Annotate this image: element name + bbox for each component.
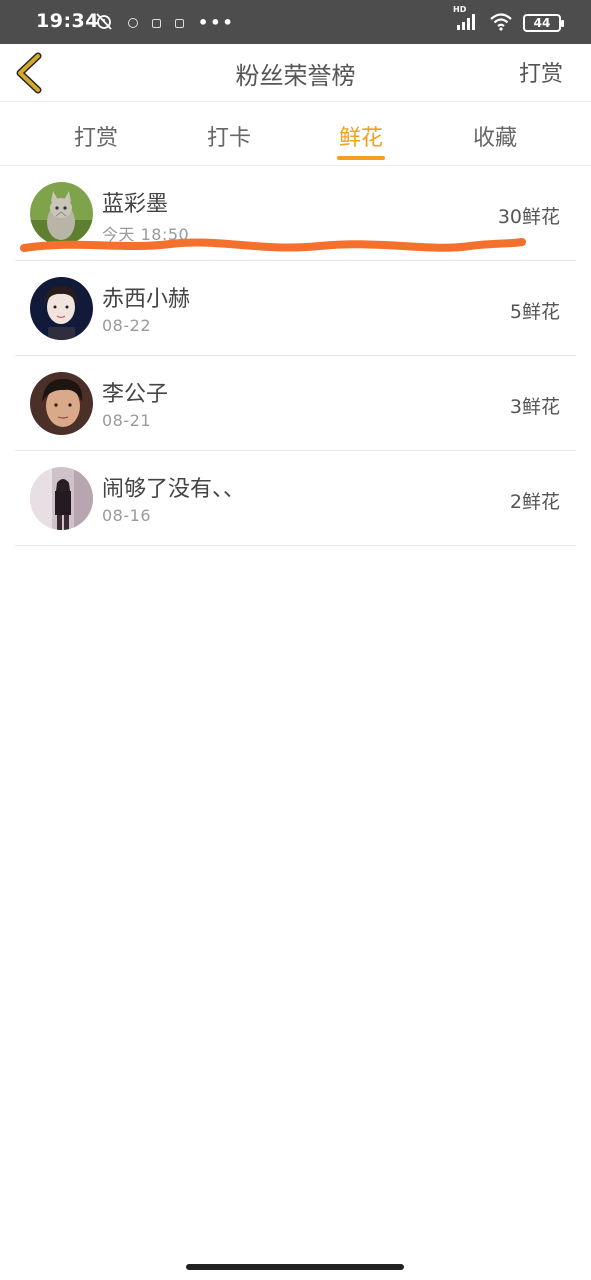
young-man-dark-avatar	[30, 277, 93, 340]
fan-name: 李公子	[102, 382, 169, 407]
reward-button[interactable]: 打赏	[519, 56, 563, 88]
list-item[interactable]: 蓝彩墨 今天 18:50 30鲜花	[15, 166, 576, 261]
list-item[interactable]: 赤西小赫 08-22 5鲜花	[15, 261, 576, 356]
battery-indicator: 44	[523, 14, 564, 32]
fan-date: 08-22	[102, 316, 151, 335]
status-icons-left: •••	[94, 12, 235, 34]
active-tab-indicator	[337, 156, 385, 160]
list-item[interactable]: 闹够了没有、、 08-16 2鲜花	[15, 451, 576, 546]
fan-name: 赤西小赫	[102, 287, 191, 312]
cat-photo-avatar	[30, 182, 93, 245]
status-bar: 19:34 ••• HD 44	[0, 0, 591, 44]
flower-count: 5鲜花	[509, 301, 560, 323]
fan-date: 今天 18:50	[102, 225, 190, 244]
alarm-off-icon	[94, 11, 114, 35]
wifi-icon	[489, 11, 513, 35]
more-notifications-icon: •••	[198, 13, 235, 32]
app-notification-icon	[152, 18, 161, 28]
fan-name: 蓝彩墨	[102, 192, 169, 217]
flower-count: 2鲜花	[509, 491, 560, 513]
network-type-label: HD	[453, 5, 467, 14]
tab-reward[interactable]: 打赏	[51, 120, 141, 152]
fan-date: 08-16	[102, 506, 151, 525]
list-item[interactable]: 李公子 08-21 3鲜花	[15, 356, 576, 451]
man-face-avatar	[30, 372, 93, 435]
signal-icon: HD	[453, 5, 479, 35]
notification-icon	[128, 18, 138, 28]
flower-count: 3鲜花	[509, 396, 560, 418]
header-bar: 粉丝荣誉榜 打赏	[0, 44, 591, 102]
home-indicator[interactable]	[186, 1264, 404, 1270]
app-notification-icon-2	[175, 18, 184, 28]
fan-date: 08-21	[102, 411, 151, 430]
tab-bar: 打赏 打卡 鲜花 收藏	[0, 102, 591, 166]
figure-photo-avatar	[30, 467, 93, 530]
page-title: 粉丝荣誉榜	[235, 62, 356, 90]
tab-flowers[interactable]: 鲜花	[316, 120, 406, 152]
status-icons-right: HD 44	[453, 5, 564, 35]
tab-favorites[interactable]: 收藏	[450, 120, 540, 152]
fan-ranking-list: 蓝彩墨 今天 18:50 30鲜花 赤西小赫 08-22 5鲜花 李公子 08-…	[0, 166, 591, 546]
status-time: 19:34	[36, 10, 99, 32]
flower-count: 30鲜花	[497, 206, 560, 228]
tab-checkin[interactable]: 打卡	[184, 120, 274, 152]
fan-name: 闹够了没有、、	[102, 477, 246, 502]
